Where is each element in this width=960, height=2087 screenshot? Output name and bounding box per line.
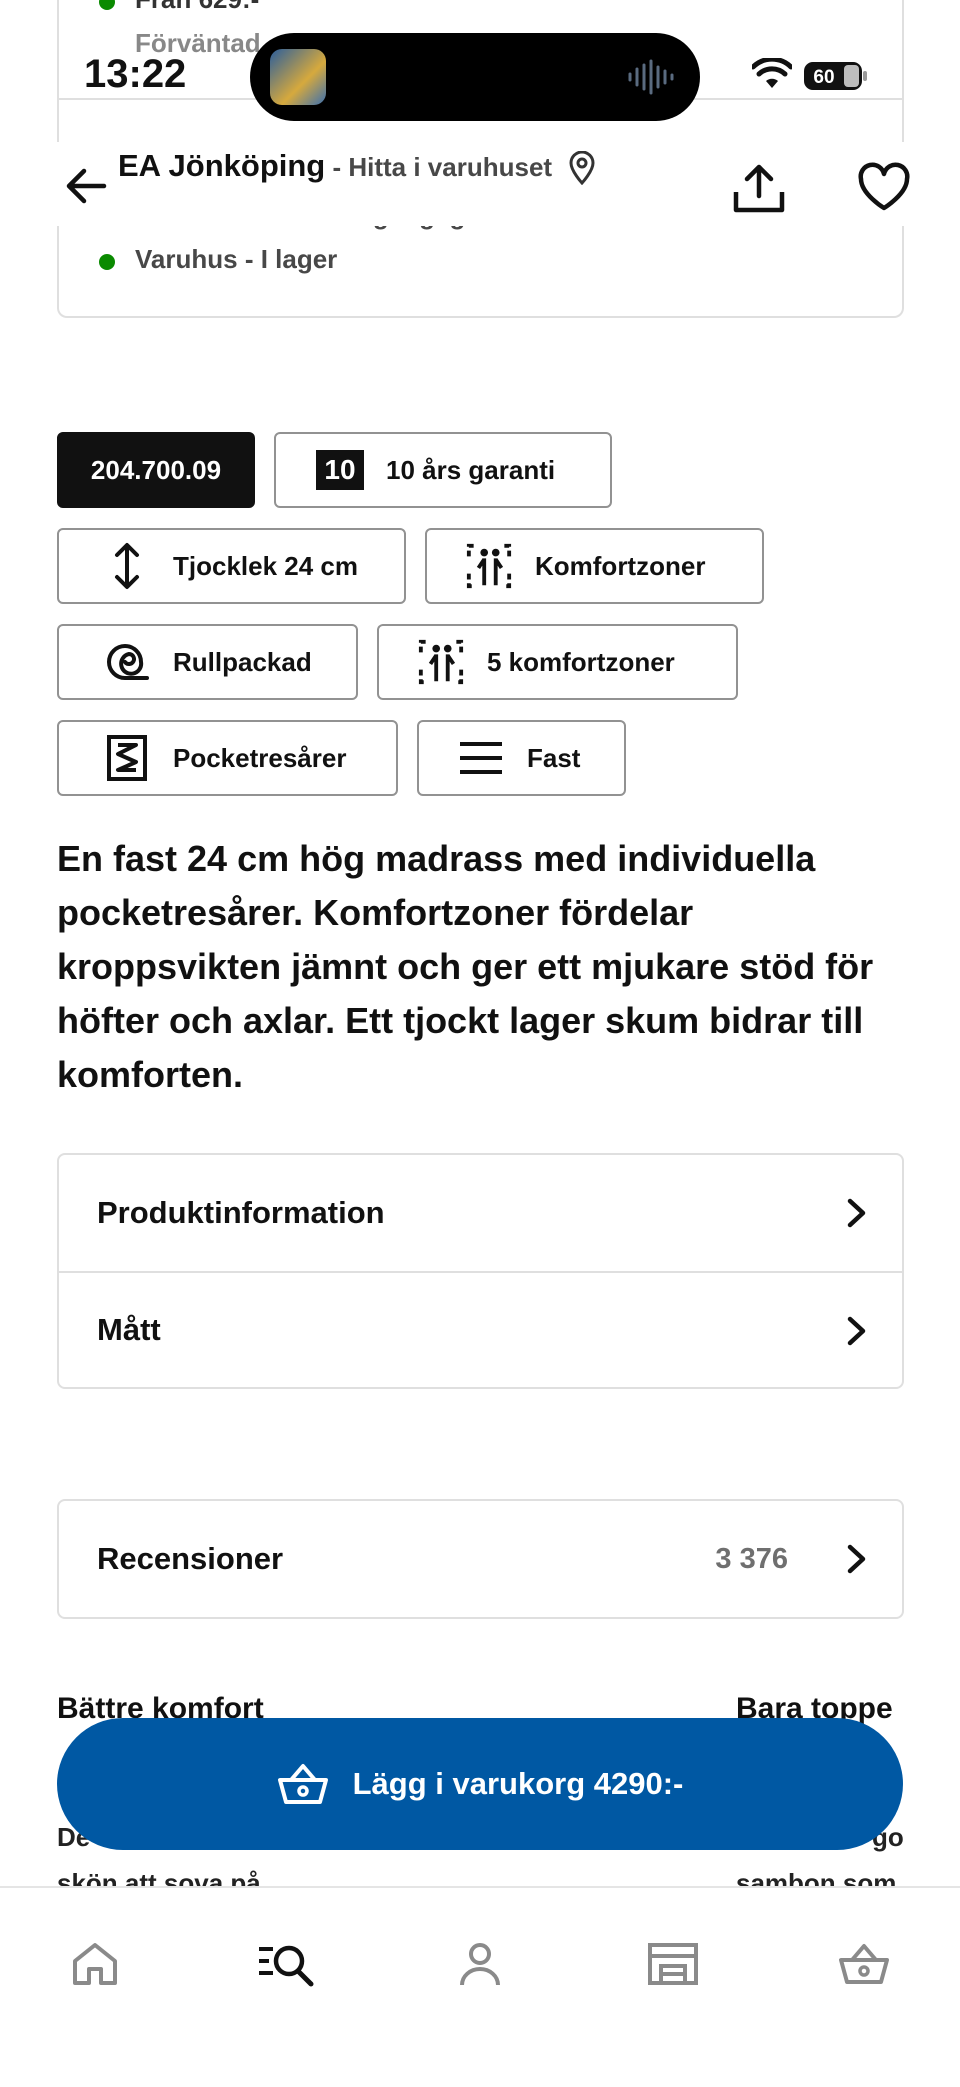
warranty-tag[interactable]: 10 10 års garanti [274, 432, 612, 508]
five-zones-label: 5 komfortzoner [487, 646, 675, 677]
stores-tab[interactable] [643, 1938, 703, 1990]
location-pin-icon [569, 150, 595, 185]
add-to-cart-label: Lägg i varukorg 4290:- [352, 1766, 684, 1801]
product-description: En fast 24 cm hög madrass med individuel… [57, 838, 874, 1095]
profile-icon [460, 1943, 500, 1986]
delivery-expected-label: Förväntad [135, 28, 261, 58]
firmness-label: Fast [527, 742, 581, 773]
rolled-label: Rullpackad [173, 646, 312, 677]
basket-icon [839, 1944, 889, 1984]
pocket-springs-label: Pocketresårer [173, 742, 347, 773]
cart-tab[interactable] [834, 1938, 894, 1990]
pocket-springs-tag[interactable]: Pocketresårer [57, 720, 398, 796]
thickness-arrows-icon [103, 542, 151, 590]
reviews-row[interactable]: Recensioner 3 376 [59, 1501, 902, 1617]
store-name: EA Jönköping [118, 148, 326, 183]
rolled-tag[interactable]: Rullpackad [57, 624, 358, 700]
profile-tab[interactable] [450, 1938, 510, 1990]
product-details-accordion: Produktinformation Mått [57, 1153, 904, 1389]
chevron-right-icon [847, 1198, 866, 1228]
measurements-row[interactable]: Mått [59, 1271, 902, 1387]
stock-dot [99, 0, 115, 10]
firmness-lines-icon [457, 734, 505, 782]
five-zones-tag[interactable]: 5 komfortzoner [377, 624, 738, 700]
warranty-badge: 10 [316, 450, 364, 490]
share-icon[interactable] [730, 162, 788, 216]
pocket-spring-icon [103, 734, 151, 782]
roll-packed-icon [103, 638, 151, 686]
thickness-label: Tjocklek 24 cm [173, 550, 358, 581]
reviews-card: Recensioner 3 376 [57, 1499, 904, 1619]
product-info-row[interactable]: Produktinformation [59, 1155, 902, 1271]
review-count: 3 376 [715, 1542, 788, 1575]
online-price-label: Från 629:- [135, 0, 259, 15]
chevron-right-icon [847, 1316, 866, 1346]
measurements-label: Mått [97, 1312, 161, 1347]
article-number-tag[interactable]: 204.700.09 [57, 432, 255, 508]
search-tab[interactable] [256, 1938, 316, 1990]
comfort-zones-icon [465, 542, 513, 590]
basket-icon [277, 1764, 328, 1804]
warranty-label: 10 års garanti [386, 454, 556, 485]
search-icon [259, 1945, 314, 1987]
home-tab[interactable] [65, 1938, 125, 1990]
store-link[interactable]: EA Jönköping - Hitta i varuhuset [118, 148, 597, 185]
comfort-zones-tag[interactable]: Komfortzoner [425, 528, 764, 604]
firmness-tag[interactable]: Fast [417, 720, 626, 796]
bottom-nav [0, 1886, 960, 2087]
card-divider [59, 98, 902, 100]
article-number: 204.700.09 [90, 454, 222, 485]
home-icon [73, 1943, 117, 1985]
product-info-label: Produktinformation [97, 1195, 385, 1230]
add-to-cart-button[interactable]: Lägg i varukorg 4290:- [57, 1718, 903, 1850]
in-stock-dot [99, 254, 115, 270]
store-icon [648, 1943, 698, 1985]
heart-icon[interactable] [856, 162, 912, 214]
comfort-zones-label: Komfortzoner [535, 550, 706, 581]
chevron-right-icon [847, 1544, 866, 1574]
back-icon[interactable] [60, 160, 112, 212]
five-zones-icon [417, 638, 465, 686]
thickness-tag[interactable]: Tjocklek 24 cm [57, 528, 406, 604]
reviews-label: Recensioner [97, 1541, 284, 1576]
find-in-store-label: - Hitta i varuhuset [325, 152, 553, 182]
in-store-stock-label: Varuhus - I lager [135, 244, 338, 274]
